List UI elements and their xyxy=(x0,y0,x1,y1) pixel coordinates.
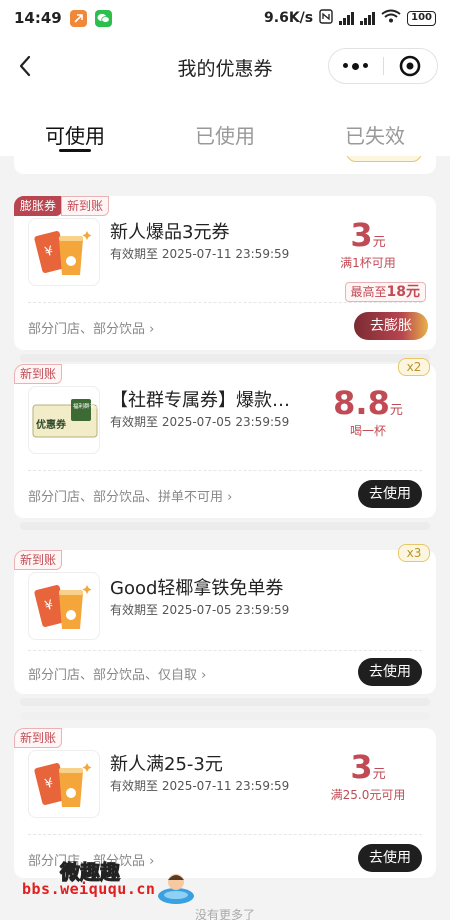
close-miniprogram-button[interactable] xyxy=(384,55,438,77)
thumb-main-text: 优惠券 xyxy=(36,418,67,431)
coupon-title: 新人爆品3元券 xyxy=(110,222,230,243)
signal-icon-2 xyxy=(360,11,376,25)
coupon-card[interactable]: 膨胀券 新到账 ¥ 新人爆品3元券 有效期至 2025-07-11 23:59:… xyxy=(14,196,436,350)
badge-new: 新到账 xyxy=(61,196,110,216)
coupon-amount: 8.8元 喝一杯 xyxy=(318,384,418,439)
site-watermark: 微趣趣 bbs.weiququ.cn xyxy=(22,852,202,908)
notification-app-icon xyxy=(69,9,87,27)
mascot-icon xyxy=(158,874,194,904)
amount-unit: 元 xyxy=(372,767,386,782)
coupon-thumbnail: ¥ xyxy=(28,572,100,640)
nav-bar: 我的优惠券 xyxy=(0,36,450,98)
drink-coupon-icon: ¥ xyxy=(34,231,92,275)
amount-unit: 元 xyxy=(372,235,386,250)
more-button[interactable] xyxy=(329,62,383,70)
end-of-list-text: 没有更多了 xyxy=(194,908,255,920)
signal-icon-1 xyxy=(339,11,355,25)
coupon-amount: 3元 满1杯可用 xyxy=(318,216,418,271)
coupon-expiry: 有效期至 2025-07-11 23:59:59 xyxy=(110,779,290,793)
tab-used[interactable]: 已使用 xyxy=(150,98,300,156)
coupon-title: 新人满25-3元 xyxy=(110,754,223,775)
badge-new: 新到账 xyxy=(14,364,63,384)
coupon-list[interactable]: 膨胀券 新到账 ¥ 新人爆品3元券 有效期至 2025-07-11 23:59:… xyxy=(0,156,450,920)
miniprogram-capsule xyxy=(328,48,438,84)
coupon-thumbnail: ¥ xyxy=(28,750,100,818)
multiplier-badge: x3 xyxy=(398,544,430,562)
status-bar: 14:49 9.6K/s 100 xyxy=(0,0,450,36)
coupon-card[interactable]: 新到账 x2 福利群专享 优惠券 【社群专属券】爆款… 有效期至 2025-07… xyxy=(14,358,436,518)
coupon-amount: 3元 满25.0元可用 xyxy=(318,748,418,803)
drink-coupon-icon: ¥ xyxy=(34,585,92,629)
amount-value: 3 xyxy=(350,216,373,254)
badge-new: 新到账 xyxy=(14,550,63,570)
nfc-icon xyxy=(319,8,333,28)
partial-top-card xyxy=(14,156,436,174)
boost-button[interactable]: 去膨胀 xyxy=(354,312,428,340)
badge-new: 新到账 xyxy=(14,728,63,748)
status-time: 14:49 xyxy=(14,9,62,27)
drink-coupon-icon: ¥ xyxy=(34,763,92,807)
coupon-card[interactable]: 新到账 x3 ¥ Good轻椰拿铁免单券 有效期至 2025-07-05 23:… xyxy=(14,544,436,694)
target-close-icon xyxy=(399,55,421,77)
coupon-title: Good轻椰拿铁免单券 xyxy=(110,578,284,599)
amount-condition: 满1杯可用 xyxy=(340,256,396,270)
amount-value: 3 xyxy=(350,748,373,786)
amount-condition: 喝一杯 xyxy=(349,424,386,438)
coupon-expiry: 有效期至 2025-07-05 23:59:59 xyxy=(110,603,290,617)
back-button[interactable] xyxy=(14,52,38,80)
use-button[interactable]: 去使用 xyxy=(358,480,422,508)
use-button[interactable]: 去使用 xyxy=(358,658,422,686)
partial-card-button[interactable] xyxy=(346,156,422,162)
coupon-tabs: 可使用 已使用 已失效 xyxy=(0,98,450,156)
coupon-expiry: 有效期至 2025-07-05 23:59:59 xyxy=(110,415,290,429)
chevron-left-icon xyxy=(19,55,31,77)
thumb-tag-text: 福利群专享 xyxy=(73,402,101,410)
applicable-stores-link[interactable]: 部分门店、部分饮品 › xyxy=(28,318,154,337)
watermark-url-text: bbs.weiququ.cn xyxy=(22,880,156,898)
boost-max-tip: 最高至18元 xyxy=(344,282,426,302)
coupon-thumbnail: 福利群专享 优惠券 xyxy=(28,386,101,454)
amount-value: 8.8 xyxy=(333,384,390,422)
coupon-title: 【社群专属券】爆款… xyxy=(110,390,290,411)
applicable-stores-link[interactable]: 部分门店、部分饮品、拼单不可用 › xyxy=(28,486,232,505)
tab-expired[interactable]: 已失效 xyxy=(300,98,450,156)
wechat-icon xyxy=(94,9,112,27)
multiplier-badge: x2 xyxy=(398,358,430,376)
amount-condition: 满25.0元可用 xyxy=(330,788,406,802)
amount-unit: 元 xyxy=(389,403,403,418)
network-speed: 9.6K/s xyxy=(264,10,314,26)
group-coupon-icon: 福利群专享 优惠券 xyxy=(32,399,101,438)
wifi-icon xyxy=(381,9,401,27)
tab-available[interactable]: 可使用 xyxy=(0,98,150,156)
badge-boost: 膨胀券 xyxy=(14,196,63,216)
applicable-stores-link[interactable]: 部分门店、部分饮品、仅自取 › xyxy=(28,664,206,683)
coupon-thumbnail: ¥ xyxy=(28,218,100,286)
use-button[interactable]: 去使用 xyxy=(358,844,422,872)
coupon-expiry: 有效期至 2025-07-11 23:59:59 xyxy=(110,247,290,261)
battery-icon: 100 xyxy=(407,10,436,26)
